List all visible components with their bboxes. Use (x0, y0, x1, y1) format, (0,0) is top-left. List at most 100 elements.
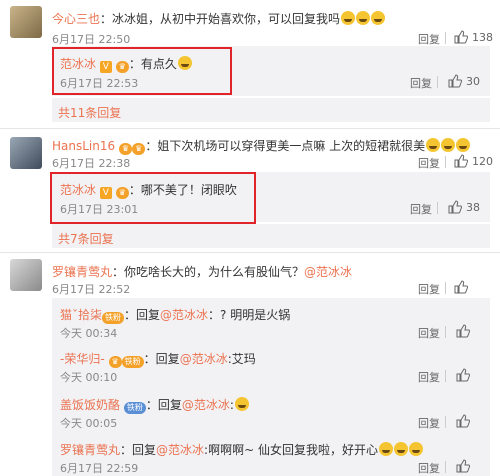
username[interactable]: 范冰冰 (60, 57, 96, 71)
comment-text: ：姐下次机场可以穿得更美一点嘛 上次的短裙就很美 (145, 139, 426, 153)
divider (437, 202, 438, 214)
level-badge: ♛ (108, 356, 122, 368)
divider (445, 461, 446, 473)
reply-button[interactable]: 回复 (410, 201, 432, 217)
like-button[interactable] (456, 368, 470, 382)
avatar[interactable] (10, 259, 42, 291)
fan-badge: ♛ (118, 143, 133, 155)
crying-emoji-icon (371, 11, 386, 25)
comment-line: 罗镶青莺丸：你吃啥长大的，为什么有股仙气？@范冰冰 (52, 263, 352, 280)
mention-link[interactable]: @范冰冰 (182, 398, 230, 412)
username[interactable]: 罗镶青莺丸 (60, 443, 120, 457)
reply-button[interactable]: 回复 (418, 325, 440, 341)
like-button[interactable]: 138 (454, 30, 493, 44)
comment-time: 6月17日 22:52 (52, 283, 131, 296)
emoji-icon (177, 56, 192, 70)
like-button[interactable] (456, 414, 470, 428)
separator (0, 252, 500, 253)
username[interactable]: 范冰冰 (60, 183, 96, 197)
avatar[interactable] (10, 6, 42, 38)
reply-button[interactable]: 回复 (418, 415, 440, 431)
divider (445, 282, 446, 294)
reply-time: 今天 00:05 (60, 417, 118, 430)
reply-line: -荣华归- ♛ 铁粉 ：回复@范冰冰:艾玛 (60, 350, 256, 368)
level-badge: ♛ (132, 143, 146, 155)
like-count: 30 (466, 74, 480, 88)
level-badge: ♛ (115, 61, 129, 73)
reply-line: 罗镶青莺丸：回复@范冰冰:啊啊啊~ 仙女回复我啦，好开心 (60, 441, 423, 458)
username[interactable]: 猫ˇ拾柒 (60, 308, 102, 322)
mention-link[interactable]: @范冰冰 (304, 265, 352, 279)
reply-prefix: ：回复 (143, 352, 180, 366)
reply-line: 范冰冰 V ♛ ：哪不美了！闭眼吹 (60, 181, 237, 199)
like-count: 120 (472, 154, 493, 168)
comment-line: 今心三也：冰冰姐，从初中开始喜欢你，可以回复我吗 (52, 10, 386, 27)
reply-button[interactable]: 回复 (410, 75, 432, 91)
reply-line: 范冰冰 V ♛ ：有点久 (60, 55, 192, 73)
like-button[interactable] (454, 280, 468, 294)
separator (0, 128, 500, 129)
reply-line: 猫ˇ拾柒 铁粉 ：回复@范冰冰：? 明明是火锅 (60, 306, 290, 324)
reply-text: : (229, 398, 234, 412)
fan-badge: 铁粉 (123, 402, 146, 414)
username[interactable]: HansLin16 (52, 139, 115, 153)
mention-link[interactable]: @范冰冰 (156, 443, 204, 457)
reply-button[interactable]: 回复 (418, 460, 440, 476)
comment-line: HansLin16 ♛ ♛ ：姐下次机场可以穿得更美一点嘛 上次的短裙就很美 (52, 137, 471, 155)
divider (445, 156, 446, 168)
reply-line: 盖饭饭奶酪 铁粉 ：回复@范冰冰: (60, 396, 249, 414)
divider (437, 76, 438, 88)
reply-time: 6月17日 23:01 (60, 203, 139, 216)
avatar[interactable] (10, 137, 42, 169)
emoji-icon (456, 138, 471, 152)
like-count: 138 (472, 30, 493, 44)
reply-time: 6月17日 22:53 (60, 77, 139, 90)
thumbs-up-icon (456, 414, 470, 428)
verified-badge: V (99, 61, 112, 73)
mention-link[interactable]: @范冰冰 (180, 352, 228, 366)
reply-button[interactable]: 回复 (418, 31, 440, 47)
mention-link[interactable]: @范冰冰 (160, 308, 208, 322)
reply-text: ：哪不美了！闭眼吹 (128, 183, 237, 197)
username[interactable]: 盖饭饭奶酪 (60, 398, 120, 412)
comment-time: 6月17日 22:50 (52, 33, 131, 46)
thumbs-up-icon (454, 30, 468, 44)
verified-badge: V (99, 187, 112, 199)
comment-time: 6月17日 22:38 (52, 157, 131, 170)
emoji-icon (426, 138, 441, 152)
thumbs-up-icon (454, 154, 468, 168)
thumbs-up-icon (448, 74, 462, 88)
username[interactable]: -荣华归- (60, 352, 105, 366)
emoji-icon (378, 442, 393, 456)
divider (445, 370, 446, 382)
reply-time: 今天 00:34 (60, 327, 118, 340)
like-button[interactable]: 120 (454, 154, 493, 168)
thumbs-up-icon (456, 324, 470, 338)
reply-prefix: ：回复 (120, 443, 157, 457)
thumbs-up-icon (456, 459, 470, 473)
more-replies-bar (52, 224, 490, 248)
more-replies-link[interactable]: 共7条回复 (58, 230, 114, 247)
reply-button[interactable]: 回复 (418, 155, 440, 171)
more-replies-link[interactable]: 共11条回复 (58, 104, 121, 121)
fan-badge: 铁粉 (121, 356, 144, 368)
username[interactable]: 今心三也 (52, 12, 100, 26)
reply-button[interactable]: 回复 (418, 281, 440, 297)
reply-prefix: ：回复 (145, 398, 182, 412)
reply-time: 今天 00:10 (60, 371, 118, 384)
reply-text: ：? 明明是火锅 (208, 308, 291, 322)
like-button[interactable] (456, 459, 470, 473)
comment-text: ：冰冰姐，从初中开始喜欢你，可以回复我吗 (100, 12, 341, 26)
divider (445, 326, 446, 338)
like-button[interactable]: 38 (448, 200, 480, 214)
reply-time: 6月17日 22:59 (60, 462, 139, 475)
like-button[interactable]: 30 (448, 74, 480, 88)
like-button[interactable] (456, 324, 470, 338)
divider (445, 32, 446, 44)
level-badge: ♛ (115, 187, 129, 199)
thumbs-up-icon (454, 280, 468, 294)
emoji-icon (393, 442, 408, 456)
username[interactable]: 罗镶青莺丸 (52, 265, 112, 279)
thumbs-up-icon (448, 200, 462, 214)
reply-button[interactable]: 回复 (418, 369, 440, 385)
